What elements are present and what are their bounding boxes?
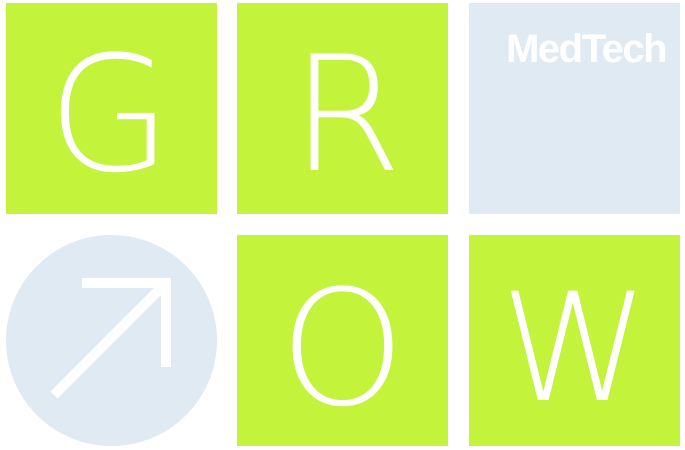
medtech-logo: MedTech	[506, 27, 667, 71]
tile-letter-r: R	[237, 3, 448, 214]
letter-w: W	[500, 261, 649, 436]
letter-g: G	[47, 20, 172, 208]
arrow-circle	[6, 235, 217, 446]
arrow-up-right-icon	[50, 278, 171, 399]
letter-o: O	[279, 254, 406, 442]
logo-tile: MedTech	[469, 3, 680, 214]
tile-letter-w: W	[469, 235, 680, 446]
tile-letter-o: O	[237, 235, 448, 446]
tile-letter-g: G	[6, 3, 217, 214]
letter-r: R	[290, 20, 403, 208]
